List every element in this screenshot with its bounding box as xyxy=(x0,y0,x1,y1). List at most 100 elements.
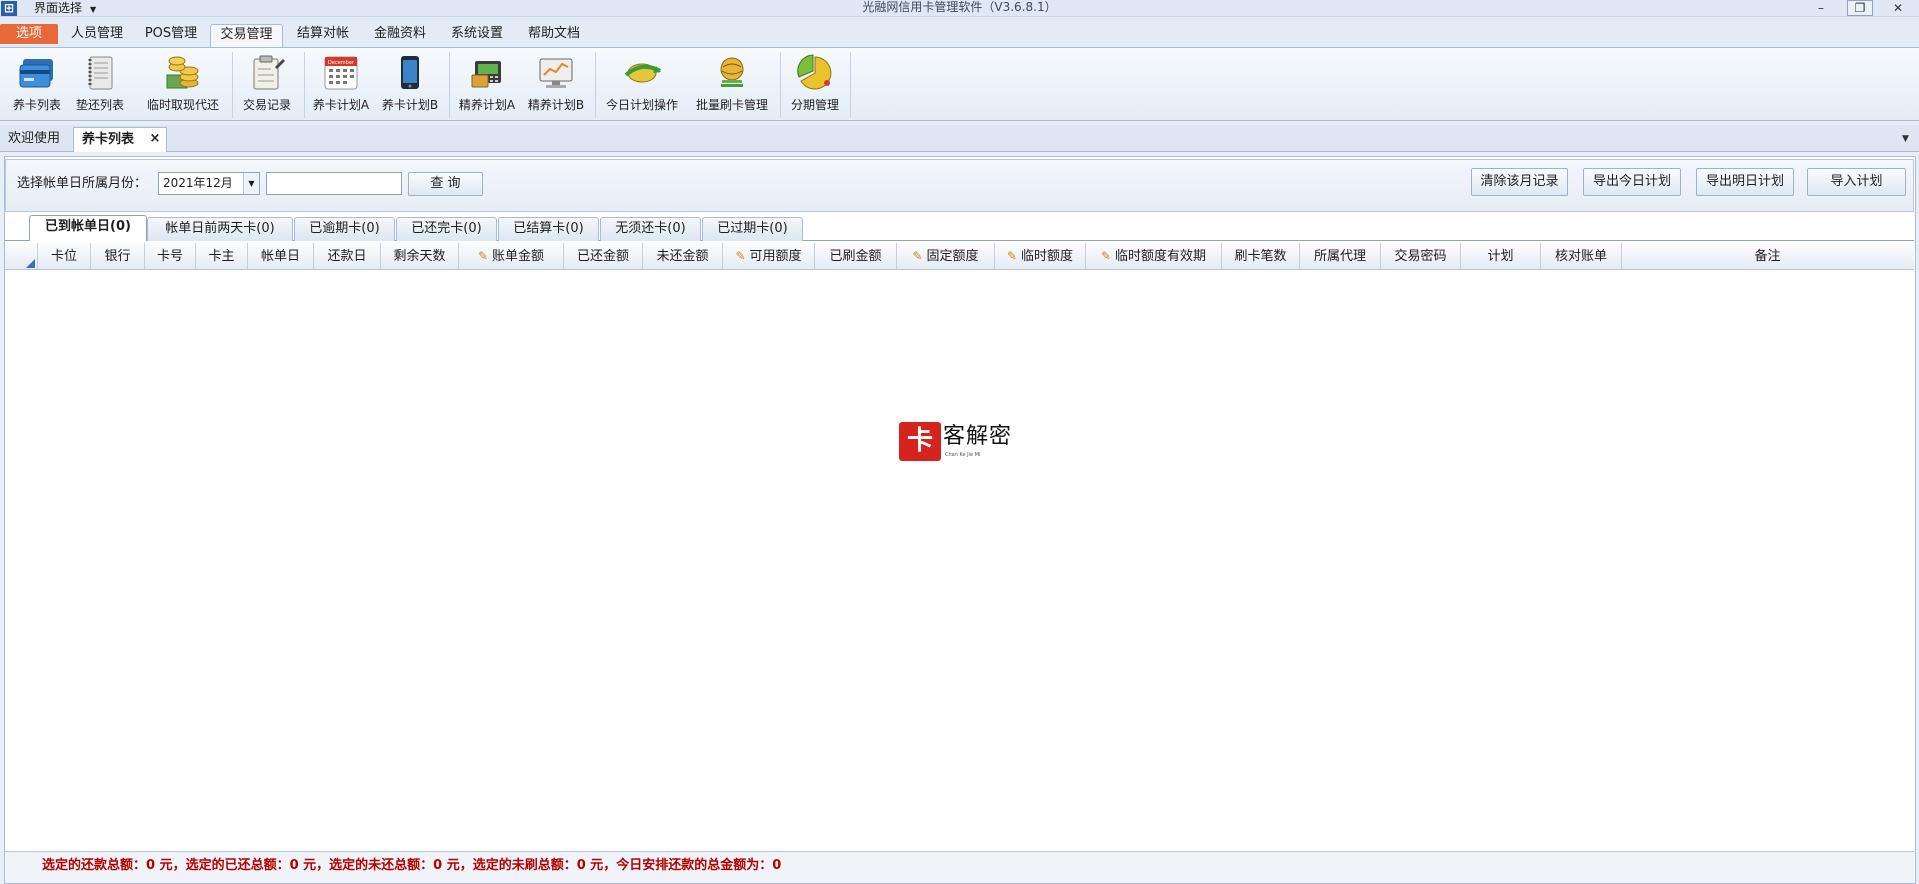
watermark-subtext: Chan Ke Jie Mi xyxy=(945,452,981,458)
column-header[interactable]: 卡主 xyxy=(196,243,248,270)
tab-repaid[interactable]: 已还完卡(0) xyxy=(396,217,497,241)
column-header[interactable]: 银行 xyxy=(91,243,145,270)
column-header[interactable]: 还款日 xyxy=(314,243,381,270)
menu-tab-help[interactable]: 帮助文档 xyxy=(519,24,589,48)
column-header-label: 刷卡笔数 xyxy=(1234,249,1287,264)
column-header[interactable]: 刷卡笔数 xyxy=(1222,243,1300,270)
card-list-button[interactable]: 养卡列表 xyxy=(6,51,68,117)
transaction-records-button[interactable]: 交易记录 xyxy=(236,51,298,117)
menu-tab-transactions[interactable]: 交易管理 xyxy=(210,24,283,48)
column-header[interactable]: ✎ 可用额度 xyxy=(723,243,815,270)
column-header[interactable]: 备注 xyxy=(1622,243,1913,270)
card-plan-b-button[interactable]: 养卡计划B xyxy=(378,51,442,117)
ribbon-separator xyxy=(304,52,305,118)
menu-tab-settlement[interactable]: 结算对帐 xyxy=(288,24,358,48)
tab-billing-day-reached[interactable]: 已到帐单日(0) xyxy=(29,215,147,241)
column-header[interactable]: 剩余天数 xyxy=(381,243,459,270)
tab-expired[interactable]: 已过期卡(0) xyxy=(702,217,803,241)
close-tab-icon[interactable]: × xyxy=(147,132,163,146)
import-plan-button[interactable]: 导入计划 xyxy=(1807,168,1906,196)
chevron-down-icon[interactable]: ▼ xyxy=(243,173,259,194)
menu-tab-system[interactable]: 系统设置 xyxy=(442,24,512,48)
restore-button[interactable]: ❐ xyxy=(1847,0,1873,16)
clear-month-records-button[interactable]: 清除该月记录 xyxy=(1471,168,1568,196)
doc-tab-welcome[interactable]: 欢迎使用 xyxy=(0,127,68,152)
menu-tab-finance[interactable]: 金融资料 xyxy=(365,24,435,48)
column-header-label: 账单金额 xyxy=(492,249,545,264)
doc-tab-card-list-label: 养卡列表 xyxy=(82,132,135,147)
tab-settled[interactable]: 已结算卡(0) xyxy=(498,217,599,241)
tab-no-repayment-needed[interactable]: 无须还卡(0) xyxy=(600,217,701,241)
ribbon-separator xyxy=(449,52,450,118)
batch-swipe-button[interactable]: 批量刷卡管理 xyxy=(688,51,776,117)
month-select-value: 2021年12月 xyxy=(163,176,233,190)
cash-advance-button[interactable]: 临时取现代还 xyxy=(142,51,224,117)
menu-tab-pos[interactable]: POS管理 xyxy=(136,24,206,48)
column-header[interactable]: 卡位 xyxy=(38,243,91,270)
query-button[interactable]: 查 询 xyxy=(408,172,483,196)
tab-two-days-before-billing[interactable]: 帐单日前两天卡(0) xyxy=(147,217,293,241)
card-plan-a-button[interactable]: December 养卡计划A xyxy=(308,51,374,117)
fine-plan-b-button[interactable]: 精养计划B xyxy=(523,51,589,117)
select-all-corner[interactable] xyxy=(5,243,38,270)
watermark-emblem: 卡 xyxy=(899,422,941,461)
column-header[interactable]: 交易密码 xyxy=(1381,243,1461,270)
column-header[interactable]: 计划 xyxy=(1461,243,1541,270)
monitor-chart-icon xyxy=(539,58,573,88)
column-header-label: 所属代理 xyxy=(1313,249,1366,264)
advance-list-button[interactable]: 垫还列表 xyxy=(70,51,130,117)
column-header[interactable]: 已还金额 xyxy=(564,243,643,270)
column-header[interactable]: ✎ 临时额度 xyxy=(995,243,1086,270)
column-header[interactable]: ✎ 临时额度有效期 xyxy=(1086,243,1222,270)
column-header-label: 未还金额 xyxy=(656,249,709,264)
tab-overdue[interactable]: 已逾期卡(0) xyxy=(294,217,395,241)
advance-list-label: 垫还列表 xyxy=(75,98,124,112)
batch-swipe-label: 批量刷卡管理 xyxy=(695,98,768,112)
column-header[interactable]: ✎ 账单金额 xyxy=(459,243,564,270)
summary-text: 选定的还款总额：0 元，选定的已还总额：0 元，选定的未还总额：0 元，选定的未… xyxy=(42,858,782,873)
globe-arrow-icon xyxy=(624,63,661,83)
calendar-month-text: December xyxy=(328,60,355,66)
menu-tab-personnel[interactable]: 人员管理 xyxy=(62,24,132,48)
column-header[interactable]: 已刷金额 xyxy=(815,243,897,270)
close-button[interactable]: ✕ xyxy=(1885,0,1911,16)
fine-plan-a-button[interactable]: 精养计划A xyxy=(453,51,521,117)
column-header[interactable]: 卡号 xyxy=(145,243,196,270)
fine-plan-b-label: 精养计划B xyxy=(527,98,585,112)
window-title: 光融网信用卡管理软件（V3.6.8.1） xyxy=(862,0,1057,14)
ribbon-separator xyxy=(232,52,233,118)
notebook-icon xyxy=(88,56,113,90)
export-tomorrow-plan-button[interactable]: 导出明日计划 xyxy=(1696,168,1794,196)
column-header-label: 备注 xyxy=(1754,249,1781,264)
document-tabs: 欢迎使用 养卡列表 xyxy=(0,125,1919,152)
column-header-label: 计划 xyxy=(1487,249,1514,264)
column-header-label: 临时额度 xyxy=(1021,249,1074,264)
ribbon-separator xyxy=(780,52,781,118)
column-header-label: 临时额度有效期 xyxy=(1115,249,1207,264)
installment-button[interactable]: 分期管理 xyxy=(784,51,846,117)
month-filter-label: 选择帐单日所属月份： xyxy=(17,176,148,191)
title-bar: ⊞ 界面选择 ▼ 光融网信用卡管理软件（V3.6.8.1） – ❐ ✕ xyxy=(0,0,1919,17)
month-select[interactable]: 2021年12月 ▼ xyxy=(158,172,260,195)
today-plan-button[interactable]: 今日计划操作 xyxy=(600,51,684,117)
cash-advance-label: 临时取现代还 xyxy=(146,98,219,112)
column-header[interactable]: 核对账单 xyxy=(1541,243,1622,270)
column-header-label: 固定额度 xyxy=(926,249,979,264)
export-today-plan-button[interactable]: 导出今日计划 xyxy=(1583,168,1681,196)
menu-tab-options[interactable]: 选项 xyxy=(0,24,58,44)
pie-chart-icon xyxy=(797,54,832,90)
pos-terminal-icon xyxy=(471,61,501,88)
column-header[interactable]: 所属代理 xyxy=(1300,243,1381,270)
search-input[interactable] xyxy=(266,172,402,195)
card-list-icon xyxy=(19,59,53,88)
corner-triangle-icon xyxy=(26,259,35,268)
column-header[interactable]: 帐单日 xyxy=(248,243,314,270)
column-header-label: 银行 xyxy=(104,249,131,264)
clipboard-icon xyxy=(253,55,285,90)
ribbon-separator xyxy=(595,52,596,118)
tab-list-dropdown-icon[interactable]: ▼ xyxy=(1902,134,1909,144)
column-header[interactable]: 未还金额 xyxy=(643,243,723,270)
pencil-icon: ✎ xyxy=(1100,249,1112,263)
column-header[interactable]: ✎ 固定额度 xyxy=(897,243,995,270)
minimize-button[interactable]: – xyxy=(1808,0,1834,16)
